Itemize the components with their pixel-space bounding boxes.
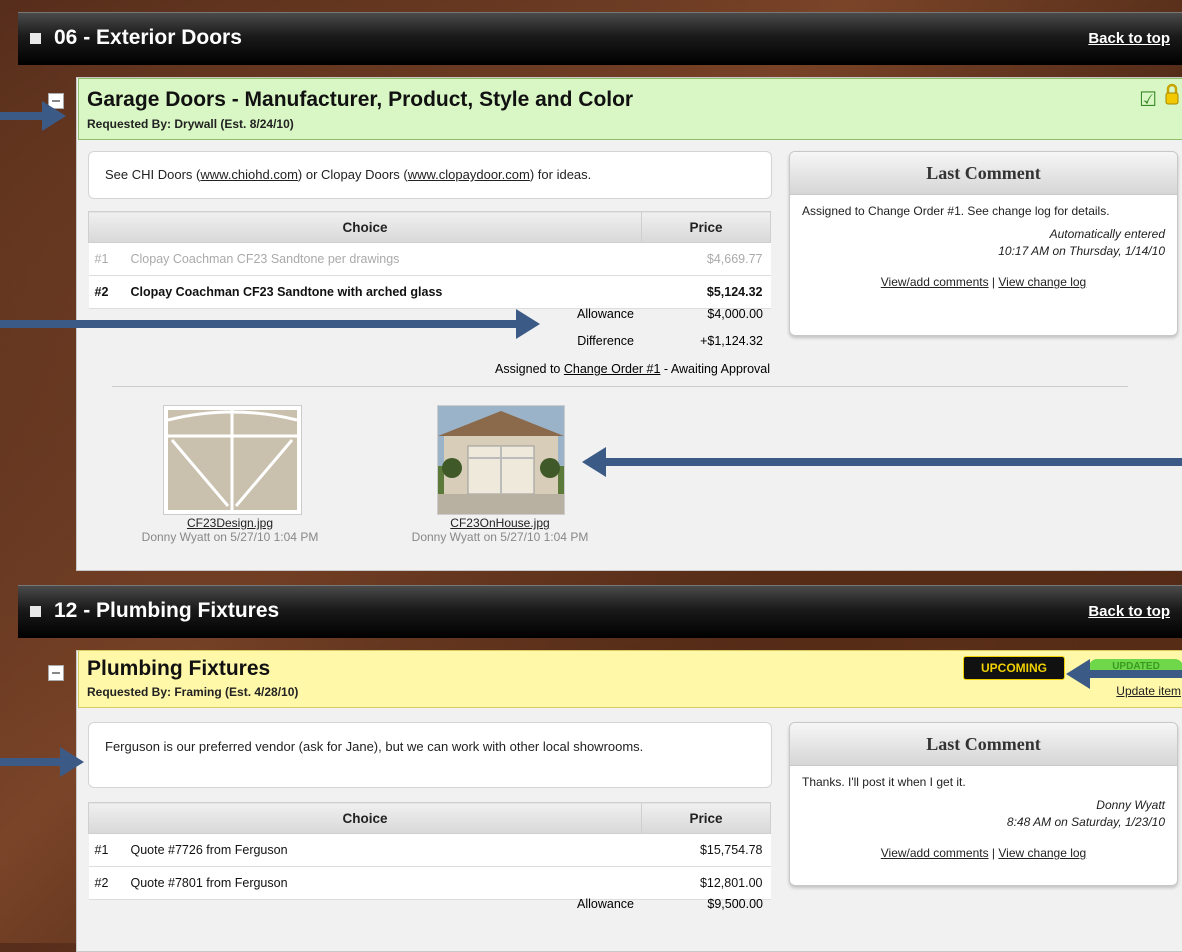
price-column-header: Price bbox=[641, 211, 771, 243]
item-title: Plumbing Fixtures bbox=[87, 657, 271, 680]
update-item-link[interactable]: Update item bbox=[1116, 684, 1181, 698]
file-uploaded-by: Donny Wyatt on 5/27/10 1:04 PM bbox=[411, 530, 589, 544]
section-title: 12 - Plumbing Fixtures bbox=[54, 599, 280, 622]
comment-time: 10:17 AM on Thursday, 1/14/10 bbox=[998, 244, 1165, 258]
last-comment-panel: Last Comment Thanks. I'll post it when I… bbox=[789, 722, 1178, 886]
file-link[interactable]: CF23OnHouse.jpg bbox=[450, 516, 549, 530]
approved-check-icon: ☑ bbox=[1139, 89, 1157, 111]
choice-price: $5,124.32 bbox=[641, 275, 771, 309]
view-change-log-link[interactable]: View change log bbox=[998, 275, 1086, 289]
table-row[interactable]: #2 Clopay Coachman CF23 Sandtone with ar… bbox=[88, 275, 771, 309]
lock-icon[interactable] bbox=[1165, 83, 1179, 105]
choice-column-header: Choice bbox=[88, 211, 642, 243]
link-separator: | bbox=[988, 846, 999, 860]
collapse-icon[interactable] bbox=[30, 33, 41, 44]
last-comment-panel: Last Comment Assigned to Change Order #1… bbox=[789, 151, 1178, 336]
choices-table: Choice Price #1 Clopay Coachman CF23 San… bbox=[88, 211, 771, 309]
allowance-label: Allowance bbox=[577, 897, 634, 911]
annotation-arrow-left bbox=[1066, 659, 1182, 689]
last-comment-header: Last Comment bbox=[790, 152, 1177, 195]
annotation-arrow-right bbox=[0, 309, 540, 339]
choice-price: $4,669.77 bbox=[641, 242, 771, 276]
comment-author: Donny Wyatt bbox=[1096, 798, 1165, 812]
choice-price: $15,754.78 bbox=[641, 833, 771, 867]
choice-number: #2 bbox=[88, 866, 130, 900]
assigned-text: - Awaiting Approval bbox=[660, 362, 770, 376]
cf23-design-thumbnail[interactable] bbox=[163, 405, 302, 515]
note-text: ) or Clopay Doors ( bbox=[297, 167, 408, 182]
garage-doors-header: Garage Doors - Manufacturer, Product, St… bbox=[78, 78, 1182, 140]
link-separator: | bbox=[988, 275, 999, 289]
note-text: See CHI Doors ( bbox=[105, 167, 201, 182]
item-title: Garage Doors - Manufacturer, Product, St… bbox=[87, 88, 634, 111]
comment-text: Assigned to Change Order #1. See change … bbox=[802, 204, 1110, 218]
choice-name: Quote #7726 from Ferguson bbox=[129, 833, 642, 867]
comment-text: Thanks. I'll post it when I get it. bbox=[802, 775, 966, 789]
plumbing-fixtures-header: Plumbing Fixtures Requested By: Framing … bbox=[78, 650, 1182, 708]
choice-name: Clopay Coachman CF23 Sandtone with arche… bbox=[129, 275, 642, 309]
back-to-top-link[interactable]: Back to top bbox=[1088, 30, 1170, 47]
change-order-link[interactable]: Change Order #1 bbox=[564, 362, 661, 376]
choice-number: #1 bbox=[88, 242, 130, 276]
comment-time: 8:48 AM on Saturday, 1/23/10 bbox=[1006, 815, 1165, 829]
price-column-header: Price bbox=[641, 802, 771, 834]
choice-number: #2 bbox=[88, 275, 130, 309]
assignment-status: Assigned to Change Order #1 - Awaiting A… bbox=[380, 362, 770, 376]
assigned-text: Assigned to bbox=[495, 362, 564, 376]
chi-doors-link[interactable]: www.chiohd.com bbox=[200, 167, 298, 182]
cf23-on-house-thumbnail[interactable] bbox=[437, 405, 565, 515]
note-text: ) for ideas. bbox=[529, 167, 592, 182]
view-change-log-link[interactable]: View change log bbox=[998, 846, 1086, 860]
clopay-doors-link[interactable]: www.clopaydoor.com bbox=[408, 167, 530, 182]
item-requested-by: Requested By: Framing (Est. 4/28/10) bbox=[87, 685, 299, 699]
table-row[interactable]: #2 Quote #7801 from Ferguson $12,801.00 bbox=[88, 866, 771, 900]
upcoming-badge: UPCOMING bbox=[963, 656, 1065, 680]
table-row[interactable]: #1 Clopay Coachman CF23 Sandtone per dra… bbox=[88, 242, 771, 276]
choice-price: $12,801.00 bbox=[641, 866, 771, 900]
difference-value: +$1,124.32 bbox=[700, 334, 763, 348]
back-to-top-link[interactable]: Back to top bbox=[1088, 603, 1170, 620]
annotation-arrow-left bbox=[582, 447, 1182, 477]
view-add-comments-link[interactable]: View/add comments bbox=[881, 846, 989, 860]
last-comment-header: Last Comment bbox=[790, 723, 1177, 766]
file-caption: CF23Design.jpg Donny Wyatt on 5/27/10 1:… bbox=[110, 516, 350, 544]
file-link[interactable]: CF23Design.jpg bbox=[187, 516, 273, 530]
item-requested-by: Requested By: Drywall (Est. 8/24/10) bbox=[87, 117, 294, 131]
comment-links: View/add comments | View change log bbox=[802, 845, 1165, 862]
choices-table: Choice Price #1 Quote #7726 from Ferguso… bbox=[88, 802, 771, 900]
collapse-icon[interactable] bbox=[30, 606, 41, 617]
choice-number: #1 bbox=[88, 833, 130, 867]
allowance-value: $4,000.00 bbox=[707, 307, 763, 321]
note-text: Ferguson is our preferred vendor (ask fo… bbox=[105, 739, 644, 754]
divider bbox=[112, 386, 1128, 387]
annotation-arrow-right bbox=[0, 101, 66, 131]
view-add-comments-link[interactable]: View/add comments bbox=[881, 275, 989, 289]
comment-author: Automatically entered bbox=[1049, 227, 1165, 241]
file-uploaded-by: Donny Wyatt on 5/27/10 1:04 PM bbox=[141, 530, 319, 544]
table-row[interactable]: #1 Quote #7726 from Ferguson $15,754.78 bbox=[88, 833, 771, 867]
choice-column-header: Choice bbox=[88, 802, 642, 834]
choice-name: Quote #7801 from Ferguson bbox=[129, 866, 642, 900]
section-header-exterior-doors: 06 - Exterior Doors Back to top bbox=[18, 12, 1182, 65]
section-header-plumbing-fixtures: 12 - Plumbing Fixtures Back to top bbox=[18, 585, 1182, 638]
file-caption: CF23OnHouse.jpg Donny Wyatt on 5/27/10 1… bbox=[380, 516, 620, 544]
comment-links: View/add comments | View change log bbox=[802, 274, 1165, 291]
choice-name: Clopay Coachman CF23 Sandtone per drawin… bbox=[129, 242, 642, 276]
section-title: 06 - Exterior Doors bbox=[54, 26, 242, 49]
collapse-item-icon[interactable] bbox=[48, 665, 64, 681]
annotation-arrow-right bbox=[0, 747, 84, 777]
item-note: See CHI Doors (www.chiohd.com) or Clopay… bbox=[88, 151, 772, 199]
item-note: Ferguson is our preferred vendor (ask fo… bbox=[88, 722, 772, 788]
allowance-value: $9,500.00 bbox=[707, 897, 763, 911]
